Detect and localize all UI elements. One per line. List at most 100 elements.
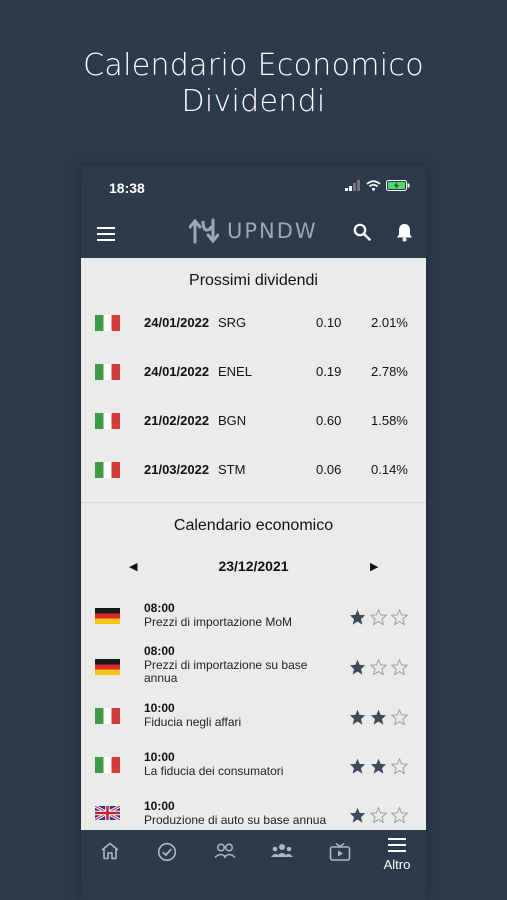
it-flag — [95, 413, 120, 429]
search-icon[interactable] — [353, 223, 371, 241]
dividend-symbol: ENEL — [218, 364, 252, 379]
calendar-event-row[interactable]: 10:00 La fiducia dei consumatori — [81, 750, 426, 798]
importance-stars — [349, 609, 408, 625]
de-flag — [95, 659, 120, 675]
calendar-event-row[interactable]: 10:00 Produzione di auto su base annua — [81, 799, 426, 830]
star-outline-icon — [370, 609, 387, 625]
star-filled-icon — [349, 758, 366, 774]
star-outline-icon — [391, 659, 408, 675]
dividend-amount: 0.60 — [316, 413, 342, 428]
tab-groups[interactable] — [262, 842, 302, 865]
importance-stars — [349, 807, 408, 823]
importance-stars — [349, 659, 408, 675]
importance-stars — [349, 758, 408, 774]
star-outline-icon — [391, 609, 408, 625]
event-name: La fiducia dei consumatori — [144, 764, 284, 778]
dividend-symbol: BGN — [218, 413, 247, 428]
status-time: 18:38 — [109, 180, 145, 196]
battery-charging-icon — [386, 180, 410, 191]
dividend-amount: 0.19 — [316, 364, 342, 379]
star-filled-icon — [349, 709, 366, 725]
section-divider — [81, 502, 426, 503]
app-logo: UPNDW — [189, 218, 318, 244]
dividend-yield: 1.58% — [371, 413, 408, 428]
dividend-symbol: SRG — [218, 315, 247, 330]
tab-more-label: Altro — [383, 857, 411, 872]
dividend-date: 24/01/2022 — [144, 315, 210, 330]
dividend-row[interactable]: 24/01/2022 SRG 0.10 2.01% — [81, 298, 426, 347]
event-time: 10:00 — [144, 799, 175, 813]
dividend-amount: 0.06 — [316, 462, 342, 477]
dividend-row[interactable]: 24/01/2022 ENEL 0.19 2.78% — [81, 347, 426, 396]
star-filled-icon — [370, 758, 387, 774]
dividend-yield: 2.78% — [371, 364, 408, 379]
de-flag — [95, 608, 120, 624]
updown-arrows-icon — [189, 218, 219, 244]
tab-people[interactable] — [205, 842, 245, 865]
event-time: 10:00 — [144, 701, 175, 715]
tab-more[interactable]: Altro — [377, 838, 417, 872]
star-filled-icon — [349, 659, 366, 675]
uk-flag — [95, 806, 120, 820]
calendar-event-row[interactable]: 10:00 Fiducia negli affari — [81, 701, 426, 749]
calendar-event-row[interactable]: 08:00 Prezzi di importazione su base ann… — [81, 644, 426, 692]
dividend-date: 21/02/2022 — [144, 413, 210, 428]
wifi-icon — [366, 180, 381, 191]
tab-tv[interactable] — [320, 842, 360, 867]
star-outline-icon — [370, 807, 387, 823]
importance-stars — [349, 709, 408, 725]
logo-text: UPNDW — [227, 219, 318, 243]
event-time: 08:00 — [144, 644, 175, 658]
star-filled-icon — [349, 609, 366, 625]
it-flag — [95, 364, 120, 380]
dividend-date: 24/01/2022 — [144, 364, 210, 379]
star-outline-icon — [391, 807, 408, 823]
headline-line-2: Dividendi — [181, 84, 326, 119]
event-name: Produzione di auto su base annua — [144, 813, 327, 827]
hamburger-menu-icon[interactable] — [97, 227, 115, 241]
promo-headline: Calendario Economico Dividendi — [0, 48, 507, 120]
dividend-date: 21/03/2022 — [144, 462, 210, 477]
event-time: 10:00 — [144, 750, 175, 764]
menu-icon — [388, 838, 406, 852]
it-flag — [95, 315, 120, 331]
event-name: Prezzi di importazione su base annua — [144, 658, 308, 685]
bell-icon[interactable] — [396, 223, 413, 242]
dividend-row[interactable]: 21/02/2022 BGN 0.60 1.58% — [81, 396, 426, 445]
dividend-symbol: STM — [218, 462, 246, 477]
next-day-arrow-icon[interactable]: ▶ — [370, 560, 378, 573]
bottom-tab-bar: Altro — [81, 830, 426, 900]
status-bar: 18:38 — [81, 166, 426, 210]
event-time: 08:00 — [144, 601, 175, 615]
it-flag — [95, 708, 120, 724]
check-circle-icon — [157, 842, 177, 862]
it-flag — [95, 462, 120, 478]
app-header: UPNDW — [81, 210, 426, 258]
event-name: Prezzi di importazione MoM — [144, 615, 293, 629]
cellular-signal-icon — [345, 180, 360, 191]
star-outline-icon — [391, 758, 408, 774]
group-icon — [271, 844, 293, 857]
star-filled-icon — [370, 709, 387, 725]
star-outline-icon — [391, 709, 408, 725]
tab-check[interactable] — [147, 842, 187, 867]
headline-line-1: Calendario Economico — [83, 48, 424, 83]
dividends-title: Prossimi dividendi — [189, 272, 318, 289]
date-navigator: ◀ 23/12/2021 ▶ — [81, 558, 426, 578]
home-icon — [101, 842, 119, 860]
people-icon — [214, 843, 236, 859]
tv-play-icon — [329, 842, 351, 861]
event-name: Fiducia negli affari — [144, 715, 242, 729]
tab-home[interactable] — [90, 842, 130, 865]
phone-screen: 18:38 UPNDW Prossimi dividendi 24/01/202… — [81, 166, 426, 900]
calendar-event-row[interactable]: 08:00 Prezzi di importazione MoM — [81, 601, 426, 649]
dividend-yield: 0.14% — [371, 462, 408, 477]
main-content: Prossimi dividendi 24/01/2022 SRG 0.10 2… — [81, 258, 426, 830]
it-flag — [95, 757, 120, 773]
dividend-row[interactable]: 21/03/2022 STM 0.06 0.14% — [81, 445, 426, 494]
star-filled-icon — [349, 807, 366, 823]
calendar-title: Calendario economico — [173, 517, 334, 534]
status-icons — [345, 180, 410, 191]
star-outline-icon — [370, 659, 387, 675]
dividend-amount: 0.10 — [316, 315, 342, 330]
